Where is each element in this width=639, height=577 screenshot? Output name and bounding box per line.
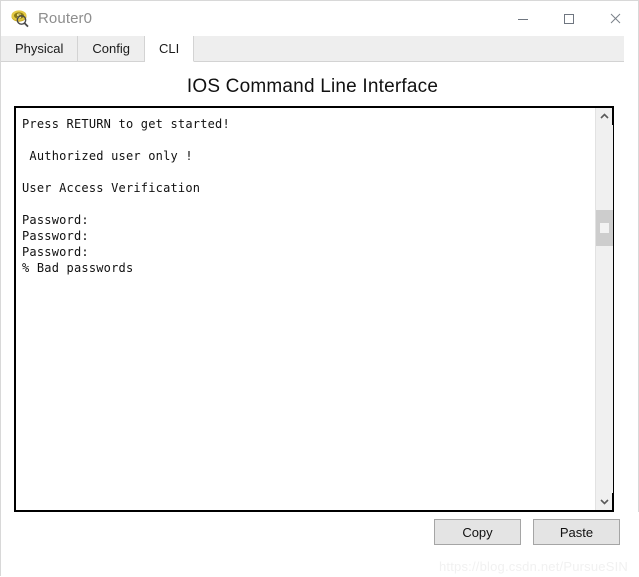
cli-terminal[interactable]: Press RETURN to get started! Authorized …: [14, 106, 614, 512]
paste-button-label: Paste: [559, 524, 594, 540]
cli-output-text[interactable]: Press RETURN to get started! Authorized …: [16, 108, 595, 510]
window-controls: [500, 1, 638, 36]
cli-window: S Router0 Physical Config CLI IOS Comman…: [0, 0, 639, 577]
tab-config-label: Config: [92, 41, 130, 56]
scrollbar-thumb[interactable]: [596, 209, 613, 247]
minimize-icon[interactable]: [500, 1, 546, 36]
copy-button[interactable]: Copy: [434, 519, 521, 545]
title-bar: S Router0: [1, 1, 638, 36]
tab-cli-label: CLI: [159, 41, 180, 56]
tab-cli[interactable]: CLI: [145, 36, 195, 62]
paste-button[interactable]: Paste: [533, 519, 620, 545]
maximize-icon[interactable]: [546, 1, 592, 36]
tab-physical-label: Physical: [15, 41, 64, 56]
chevron-up-icon[interactable]: [596, 108, 613, 125]
footer-bar: Copy Paste https://blog.csdn.net/PursueS…: [1, 512, 639, 577]
chevron-down-icon[interactable]: [596, 493, 613, 510]
close-icon[interactable]: [592, 1, 638, 36]
tab-config[interactable]: Config: [78, 36, 145, 61]
page-title: IOS Command Line Interface: [186, 76, 439, 97]
copy-button-label: Copy: [462, 524, 493, 540]
watermark-text: https://blog.csdn.net/PursueSIN: [438, 559, 628, 574]
tab-strip: Physical Config CLI: [1, 36, 624, 62]
terminal-scrollbar[interactable]: [595, 108, 613, 510]
packet-tracer-device-icon: S: [10, 9, 30, 29]
tab-physical[interactable]: Physical: [1, 36, 79, 61]
window-title: Router0: [38, 10, 93, 27]
scrollbar-track[interactable]: [596, 125, 613, 493]
action-buttons: Copy Paste: [434, 519, 620, 545]
